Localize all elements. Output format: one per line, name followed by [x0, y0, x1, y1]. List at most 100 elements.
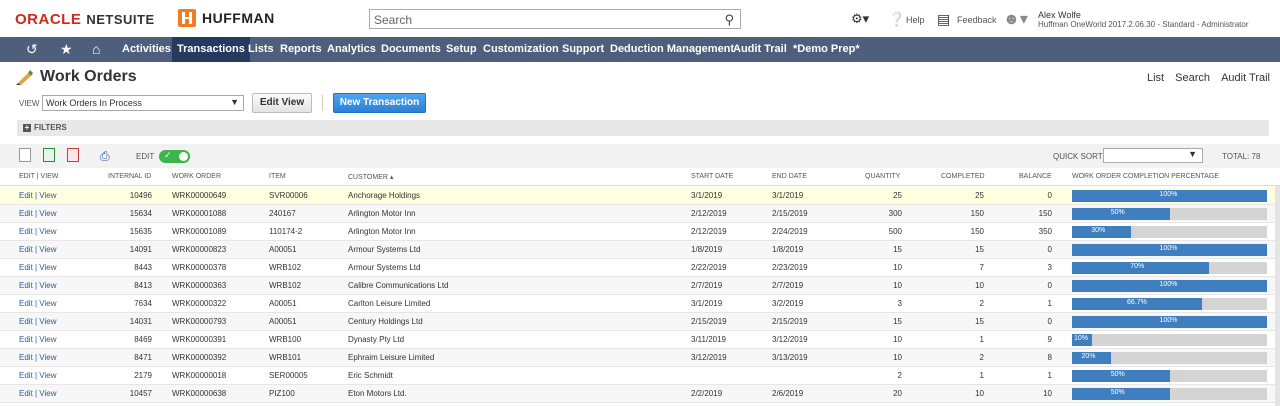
cell-internal-id: 8469 [134, 335, 152, 344]
edit-view-links[interactable]: Edit | View [19, 389, 57, 398]
cell-quantity: 10 [893, 281, 902, 290]
nav-demo-prep[interactable]: *Demo Prep* [793, 37, 860, 62]
col-balance[interactable]: BALANCE [1019, 173, 1052, 180]
edit-view-links[interactable]: Edit | View [19, 227, 57, 236]
feedback-link[interactable]: Feedback [957, 15, 997, 25]
nav-lists[interactable]: Lists [248, 37, 274, 62]
nav-support[interactable]: Support [562, 37, 604, 62]
huffman-logo[interactable]: HUFFMAN [178, 9, 275, 27]
nav-setup[interactable]: Setup [446, 37, 477, 62]
expand-plus-icon[interactable]: + [23, 124, 31, 132]
table-row[interactable]: Edit | View 14031 WRK00000793 A00051 Century… [0, 313, 1280, 331]
new-transaction-button[interactable]: New Transaction [333, 93, 426, 113]
nav-deduction-management[interactable]: Deduction Management [610, 37, 734, 62]
nav-documents[interactable]: Documents [381, 37, 441, 62]
cell-start-date: 2/7/2019 [691, 281, 723, 290]
cell-internal-id: 8471 [134, 353, 152, 362]
help-link[interactable]: Help [906, 15, 925, 25]
search-icon[interactable]: ⚲ [724, 12, 734, 28]
filters-bar[interactable]: + FILTERS [17, 120, 1269, 136]
view-select[interactable]: Work Orders In Process ▼ [42, 95, 244, 111]
table-row[interactable]: Edit | View 14091 WRK00000823 A00051 Armour … [0, 241, 1280, 259]
home-icon[interactable]: ⌂ [92, 37, 100, 62]
table-row[interactable]: Edit | View 10496 WRK00000649 SVR00006 Ancho… [0, 187, 1280, 205]
list-link[interactable]: List [1147, 72, 1164, 84]
cell-completed: 15 [975, 317, 984, 326]
table-row[interactable]: Edit | View 15635 WRK00001089 110174-2 Arlin… [0, 223, 1280, 241]
col-completion-pct[interactable]: WORK ORDER COMPLETION PERCENTAGE [1072, 173, 1219, 180]
cell-work-order: WRK00000649 [172, 191, 227, 200]
table-row[interactable]: Edit | View 8443 WRK00000378 WRB102 Armour S… [0, 259, 1280, 277]
export-csv-icon[interactable] [19, 148, 31, 162]
col-work-order[interactable]: WORK ORDER [172, 173, 221, 180]
cell-completed: 15 [975, 245, 984, 254]
help-icon[interactable]: ❔ [888, 11, 905, 28]
user-name[interactable]: Alex Wolfe [1038, 10, 1081, 20]
table-row[interactable]: Edit | View 7634 WRK00000322 A00051 Carlton … [0, 295, 1280, 313]
chevron-down-icon: ▼ [1188, 149, 1197, 159]
nav-activities[interactable]: Activities [122, 37, 171, 62]
export-excel-icon[interactable] [43, 148, 55, 162]
col-customer[interactable]: CUSTOMER ▴ [348, 173, 393, 181]
nav-customization[interactable]: Customization [483, 37, 559, 62]
scrollbar[interactable] [1275, 186, 1280, 406]
col-quantity[interactable]: QUANTITY [865, 173, 900, 180]
cell-balance: 0 [1047, 281, 1052, 290]
edit-view-links[interactable]: Edit | View [19, 371, 57, 380]
audit-trail-link[interactable]: Audit Trail [1221, 72, 1270, 84]
check-icon: ✓ [164, 150, 172, 160]
table-row[interactable]: Edit | View 8469 WRK00000391 WRB100 Dynasty … [0, 331, 1280, 349]
edit-toggle[interactable]: ✓ [159, 150, 190, 163]
history-icon[interactable]: ↺ [26, 37, 38, 62]
cell-internal-id: 10457 [129, 389, 152, 398]
col-start-date[interactable]: START DATE [691, 173, 733, 180]
cell-customer: Dynasty Pty Ltd [348, 335, 405, 344]
edit-view-links[interactable]: Edit | View [19, 353, 57, 362]
avatar-icon[interactable]: ☻▾ [1003, 9, 1028, 29]
col-end-date[interactable]: END DATE [772, 173, 807, 180]
edit-view-links[interactable]: Edit | View [19, 281, 57, 290]
edit-toggle-label: EDIT [136, 152, 155, 161]
completion-progress-bar: 50% [1072, 370, 1267, 382]
nav-transactions[interactable]: Transactions [172, 37, 250, 62]
global-search-input[interactable]: Search ⚲ [369, 9, 741, 29]
col-internal-id[interactable]: INTERNAL ID [108, 173, 151, 180]
col-edit-view: EDIT | VIEW [19, 173, 59, 180]
star-icon[interactable]: ★ [60, 37, 73, 62]
search-link[interactable]: Search [1175, 72, 1210, 84]
oracle-netsuite-logo[interactable]: ORACLE NETSUITE [15, 11, 155, 28]
export-pdf-icon[interactable] [67, 148, 79, 162]
filters-label: FILTERS [34, 123, 67, 132]
edit-view-links[interactable]: Edit | View [19, 335, 57, 344]
table-row[interactable]: Edit | View 10457 WRK00000638 PIZ100 Eton Mo… [0, 385, 1280, 403]
col-item[interactable]: ITEM [269, 173, 286, 180]
edit-view-button[interactable]: Edit View [252, 93, 312, 113]
edit-view-links[interactable]: Edit | View [19, 317, 57, 326]
quick-sort-select[interactable]: ▼ [1103, 148, 1203, 163]
table-row[interactable]: Edit | View 2179 WRK00000018 SER00005 Eric S… [0, 367, 1280, 385]
nav-reports[interactable]: Reports [280, 37, 322, 62]
divider [322, 95, 323, 111]
user-role[interactable]: Huffman OneWorld 2017.2.06.30 - Standard… [1038, 20, 1248, 29]
feedback-icon[interactable]: ▤ [937, 11, 950, 28]
nav-audit-trail[interactable]: Audit Trail [733, 37, 787, 62]
edit-view-links[interactable]: Edit | View [19, 191, 57, 200]
completion-progress-bar: 30% [1072, 226, 1267, 238]
col-completed[interactable]: COMPLETED [941, 173, 985, 180]
edit-view-links[interactable]: Edit | View [19, 299, 57, 308]
completion-progress-bar: 20% [1072, 352, 1267, 364]
cell-start-date: 2/2/2019 [691, 389, 723, 398]
table-row[interactable]: Edit | View 15634 WRK00001088 240167 Arlingt… [0, 205, 1280, 223]
person-settings-icon[interactable]: ⚙▾ [851, 11, 869, 27]
edit-view-links[interactable]: Edit | View [19, 245, 57, 254]
cell-quantity: 20 [893, 389, 902, 398]
nav-analytics[interactable]: Analytics [327, 37, 376, 62]
cell-balance: 0 [1047, 245, 1052, 254]
table-row[interactable]: Edit | View 8471 WRK00000392 WRB101 Ephraim … [0, 349, 1280, 367]
table-row[interactable]: Edit | View 8413 WRK00000363 WRB102 Calibre … [0, 277, 1280, 295]
cell-work-order: WRK00000793 [172, 317, 227, 326]
print-icon[interactable]: ⎙ [100, 149, 110, 164]
cell-start-date: 3/12/2019 [691, 353, 727, 362]
edit-view-links[interactable]: Edit | View [19, 263, 57, 272]
edit-view-links[interactable]: Edit | View [19, 209, 57, 218]
